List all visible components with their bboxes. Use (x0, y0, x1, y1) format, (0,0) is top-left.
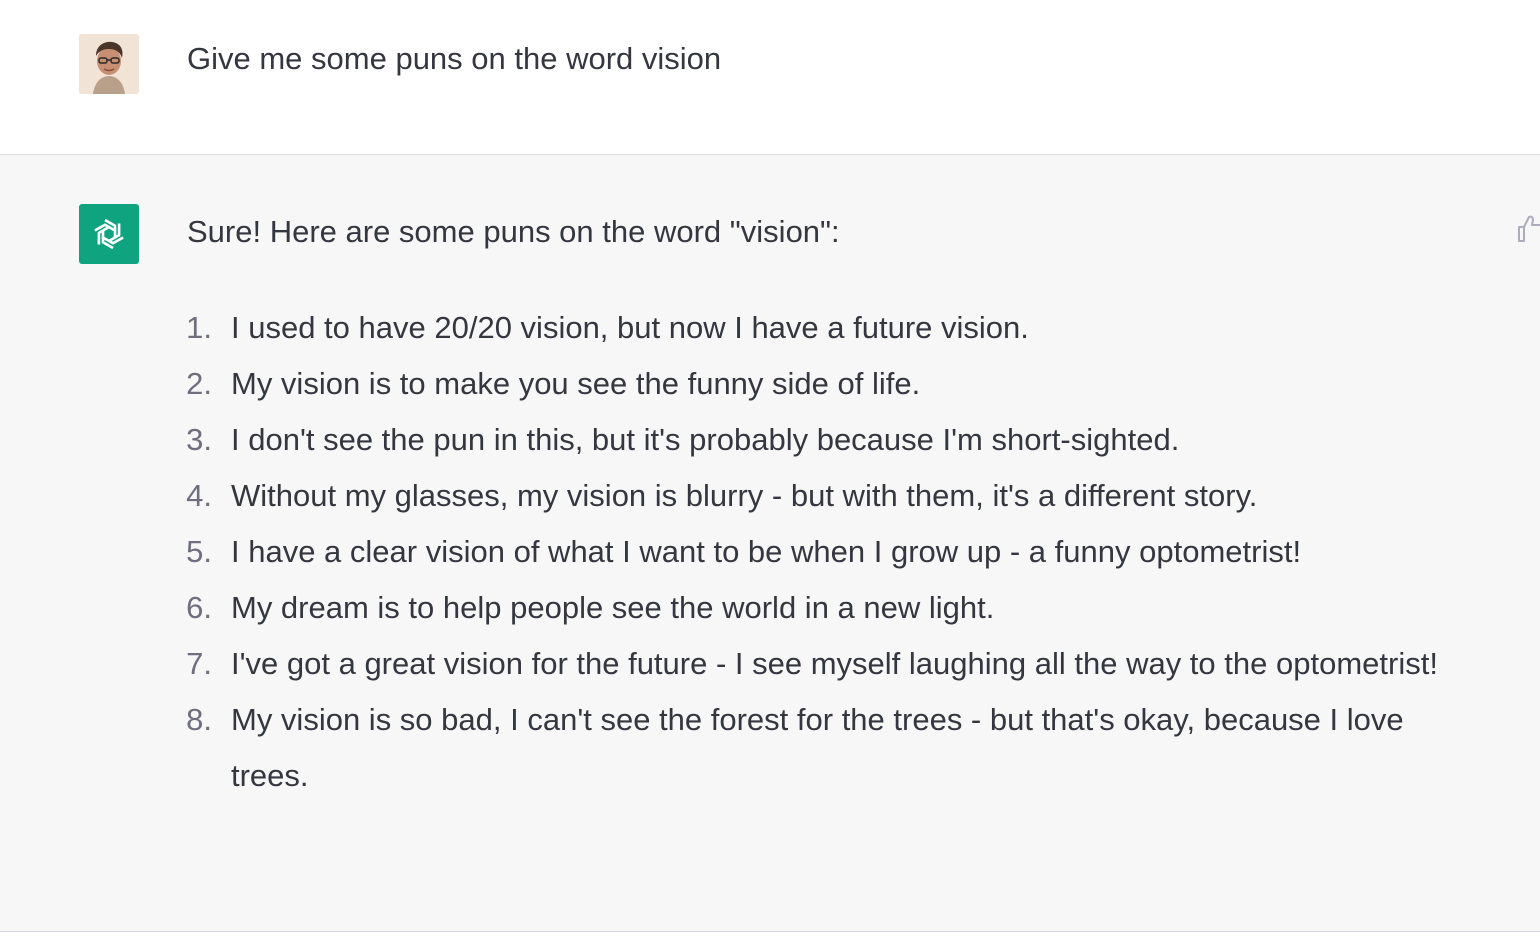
assistant-intro-text: Sure! Here are some puns on the word "vi… (187, 214, 840, 249)
user-message-row: Give me some puns on the word vision (0, 0, 1540, 155)
list-item-number: 7. (186, 646, 212, 681)
openai-logo-icon (94, 218, 124, 250)
list-item: 5. I have a clear vision of what I want … (186, 524, 1487, 580)
user-avatar (79, 34, 139, 94)
list-item: 7. I've got a great vision for the futur… (186, 636, 1487, 692)
user-photo-avatar (79, 34, 139, 94)
thumbs-up-icon[interactable] (1516, 213, 1540, 243)
list-item-text: I used to have 20/20 vision, but now I h… (231, 310, 1029, 345)
list-item: 1. I used to have 20/20 vision, but now … (186, 300, 1487, 356)
list-item-text: My dream is to help people see the world… (231, 590, 995, 625)
user-message-text: Give me some puns on the word vision (187, 41, 722, 76)
list-item: 6. My dream is to help people see the wo… (186, 580, 1487, 636)
list-item-number: 3. (186, 422, 212, 457)
list-item-number: 6. (186, 590, 212, 625)
list-item: 4. Without my glasses, my vision is blur… (186, 468, 1487, 524)
list-item-text: My vision is to make you see the funny s… (231, 366, 921, 401)
list-item-text: I don't see the pun in this, but it's pr… (231, 422, 1180, 457)
list-item: 2. My vision is to make you see the funn… (186, 356, 1487, 412)
list-item-number: 5. (186, 534, 212, 569)
page-bottom-spacer (0, 932, 1540, 942)
list-item-number: 8. (186, 702, 212, 737)
assistant-avatar (79, 204, 139, 264)
list-item-text: I've got a great vision for the future -… (231, 646, 1438, 681)
list-item-text: Without my glasses, my vision is blurry … (231, 478, 1258, 513)
pun-list: 1. I used to have 20/20 vision, but now … (186, 300, 1487, 804)
list-item-number: 4. (186, 478, 212, 513)
assistant-message-row: Sure! Here are some puns on the word "vi… (0, 155, 1540, 932)
list-item-text: I have a clear vision of what I want to … (231, 534, 1302, 569)
list-item-number: 1. (186, 310, 212, 345)
list-item-text: My vision is so bad, I can't see the for… (231, 702, 1404, 793)
list-item-number: 2. (186, 366, 212, 401)
list-item: 3. I don't see the pun in this, but it's… (186, 412, 1487, 468)
list-item: 8. My vision is so bad, I can't see the … (186, 692, 1487, 804)
